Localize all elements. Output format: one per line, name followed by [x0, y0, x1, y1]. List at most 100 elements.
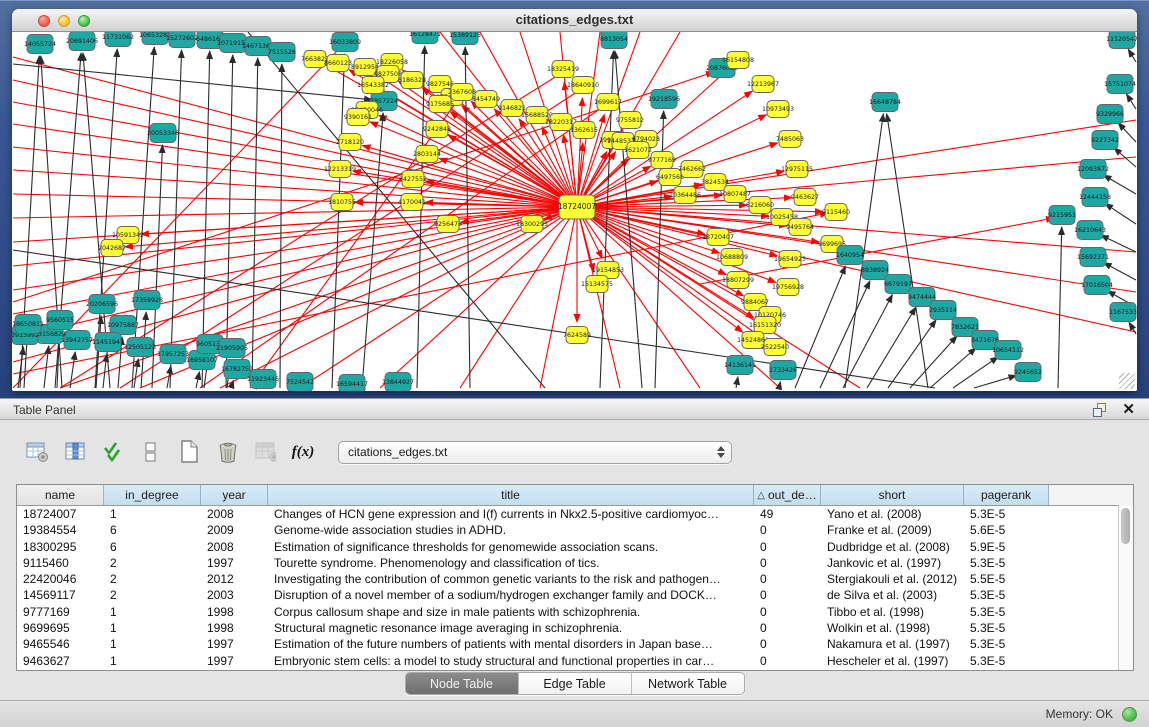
network-graph[interactable]: 1405572420691406117310621065328715272602…: [12, 32, 1137, 391]
tab-network-table[interactable]: Network Table: [632, 673, 744, 694]
black-edge[interactable]: [867, 307, 916, 388]
network-window-titlebar[interactable]: citations_edges.txt: [12, 9, 1137, 32]
table-cell: 2008: [201, 506, 268, 522]
table-row[interactable]: 1830029562008Estimation of significance …: [17, 539, 1133, 555]
graph-node-label: 2718120: [336, 139, 364, 146]
table-row[interactable]: 969969511998Structural magnetic resonanc…: [17, 620, 1133, 636]
graph-node-label: 10688809: [716, 254, 748, 261]
black-edge[interactable]: [13, 64, 372, 100]
table-cell: Investigating the contribution of common…: [268, 571, 754, 587]
graph-node-label: 8427552: [399, 176, 427, 183]
black-edge[interactable]: [134, 359, 138, 388]
black-edge[interactable]: [103, 354, 107, 388]
red-edge[interactable]: [13, 124, 577, 207]
table-cell: Changes of HCN gene expression and I(f) …: [268, 506, 754, 522]
new-document-icon[interactable]: [172, 437, 206, 467]
black-edge[interactable]: [910, 336, 957, 388]
scrollbar-thumb[interactable]: [1121, 508, 1130, 544]
graph-node-label: 17957253: [157, 351, 189, 358]
table-row[interactable]: 946554611997Estimation of the future num…: [17, 636, 1133, 652]
table-cell: 2012: [201, 571, 268, 587]
table-row[interactable]: 946362711997Embryonic stem cells: a mode…: [17, 653, 1133, 669]
black-edge[interactable]: [779, 382, 780, 388]
graph-node-label: 9175685: [426, 101, 454, 108]
status-bar: Memory: OK: [0, 700, 1149, 727]
graph-node-label: 18807299: [722, 277, 754, 284]
table-row[interactable]: 977716911998Corpus callosum shape and si…: [17, 604, 1133, 620]
graph-node-label: 8186328: [398, 77, 426, 84]
column-header-short[interactable]: short: [821, 485, 964, 505]
tab-edge-table[interactable]: Edge Table: [519, 673, 632, 694]
black-edge[interactable]: [1128, 49, 1136, 62]
black-edge[interactable]: [1126, 94, 1136, 109]
delete-table-icon[interactable]: [248, 437, 282, 467]
graph-node-label: 1167533: [1109, 309, 1137, 316]
black-edge[interactable]: [1129, 322, 1136, 334]
black-edge[interactable]: [1118, 123, 1136, 142]
black-edge[interactable]: [132, 47, 154, 388]
table-cell: 9115460: [17, 555, 104, 571]
black-edge[interactable]: [843, 295, 892, 388]
column-header-pagerank[interactable]: pagerank: [964, 485, 1049, 505]
table-cell: 5.3E-5: [964, 506, 1049, 522]
table-row[interactable]: 1938455462009Genome-wide association stu…: [17, 522, 1133, 538]
table-cell: 1: [104, 506, 201, 522]
table-cell: Estimation of the future numbers of pati…: [268, 636, 754, 652]
table-selector-dropdown[interactable]: citations_edges.txt: [338, 441, 732, 464]
close-panel-icon[interactable]: ✕: [1122, 400, 1135, 418]
table-cell: 2: [104, 555, 201, 571]
black-edge[interactable]: [736, 377, 738, 388]
column-header-year[interactable]: year: [201, 485, 268, 505]
table-selector-value: citations_edges.txt: [339, 445, 447, 459]
table-cell: Franke et al. (2009): [821, 522, 964, 538]
graph-node-label: 1733426: [769, 367, 797, 374]
table-cell: Dudbridge et al. (2008): [821, 539, 964, 555]
black-edge[interactable]: [820, 281, 870, 388]
table-row[interactable]: 1872400712008Changes of HCN gene express…: [17, 506, 1133, 522]
table-row[interactable]: 2242004622012Investigating the contribut…: [17, 571, 1133, 587]
red-edge[interactable]: [300, 207, 577, 388]
graph-node-label: 8938924: [861, 267, 889, 274]
graph-node-label: 14136141: [724, 362, 756, 369]
tab-node-table[interactable]: Node Table: [406, 673, 519, 694]
red-edge[interactable]: [577, 207, 700, 388]
network-view[interactable]: 1405572420691406117310621065328715272602…: [12, 32, 1137, 391]
graph-node-label: 21905905: [216, 345, 248, 352]
graph-node-label: 17016504: [1081, 282, 1113, 289]
black-edge[interactable]: [1058, 227, 1062, 388]
table-row[interactable]: 911546021997Tourette syndrome. Phenomeno…: [17, 555, 1133, 571]
column-header-title[interactable]: title: [268, 485, 754, 505]
table-panel-header: Table Panel ✕: [0, 398, 1149, 420]
red-edge[interactable]: [540, 207, 577, 388]
black-edge[interactable]: [887, 114, 928, 388]
select-all-icon[interactable]: [96, 437, 130, 467]
deselect-all-icon[interactable]: [134, 437, 168, 467]
dropdown-stepper-icon: [715, 444, 726, 460]
table-mode-icon[interactable]: [20, 437, 54, 467]
black-edge[interactable]: [974, 375, 1016, 388]
show-columns-icon[interactable]: [58, 437, 92, 467]
graph-node-label: 10591342: [112, 232, 144, 239]
black-edge[interactable]: [1105, 204, 1136, 224]
black-edge[interactable]: [196, 372, 199, 388]
black-edge[interactable]: [362, 113, 383, 388]
graph-node-label: 19654923: [774, 256, 806, 263]
column-header-out-de-[interactable]: △out_de…: [754, 485, 821, 505]
table-cell: 2003: [201, 587, 268, 603]
graph-node-label: 20053346: [147, 130, 179, 137]
vertical-scrollbar[interactable]: [1118, 505, 1133, 670]
red-edge[interactable]: [13, 102, 577, 207]
column-header-name[interactable]: name: [17, 485, 104, 505]
resize-grip-icon[interactable]: [1119, 373, 1135, 389]
graph-node-label: 7524542: [286, 379, 314, 386]
float-panel-icon[interactable]: [1093, 403, 1107, 417]
trash-icon[interactable]: [210, 437, 244, 467]
red-edge[interactable]: [577, 207, 1136, 332]
black-edge[interactable]: [930, 348, 976, 388]
black-edge[interactable]: [888, 320, 936, 388]
function-builder-icon[interactable]: f(x): [286, 437, 320, 467]
red-edge[interactable]: [577, 32, 600, 207]
column-header-in-degree[interactable]: in_degree: [104, 485, 201, 505]
table-cell: 0: [754, 587, 821, 603]
table-row[interactable]: 1456911722003Disruption of a novel membe…: [17, 587, 1133, 603]
